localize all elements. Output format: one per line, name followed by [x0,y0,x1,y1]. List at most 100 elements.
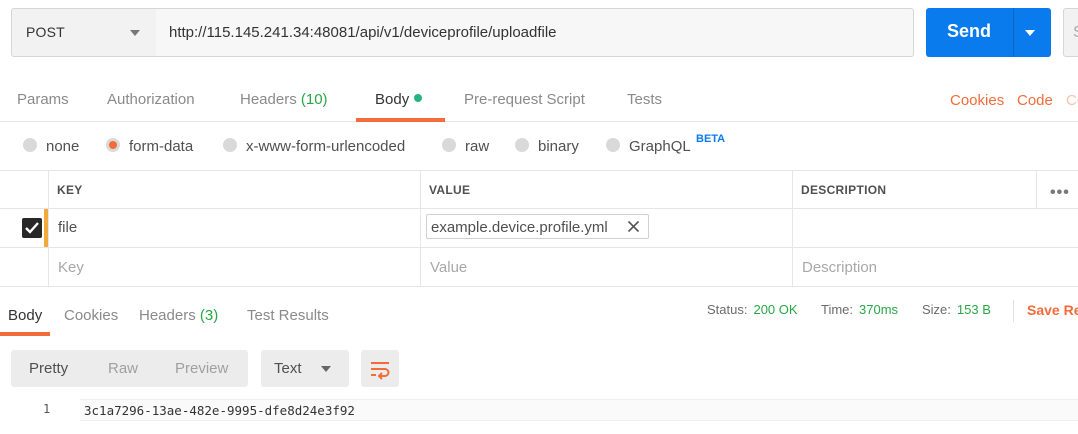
method-select[interactable]: POST [11,8,157,57]
radio-raw-label: raw [465,138,490,155]
comments-link[interactable]: Co [1066,92,1078,109]
chevron-down-icon [321,366,331,372]
request-bar: POST http://115.145.241.34:48081/api/v1/… [0,0,1078,66]
tab-params[interactable]: Params [17,91,69,108]
code-link[interactable]: Code [1017,92,1053,109]
time-value: 370ms [859,302,899,317]
remove-file-icon[interactable] [627,220,640,233]
radio-urlencoded[interactable]: x-www-form-urlencoded [223,138,405,155]
resp-tab-headers-count: (3) [199,307,219,324]
file-chip[interactable]: example.device.profile.yml [426,214,649,239]
resp-tab-headers[interactable]: Headers (3) [139,307,218,324]
tab-authorization[interactable]: Authorization [107,91,195,108]
key-placeholder: Key [58,259,84,276]
send-label: Send [947,21,992,41]
size-value: 153 B [956,302,991,317]
response-tabs: Body Cookies Headers (3) Test Results St… [0,292,1078,336]
tab-body-label: Body [375,91,410,108]
save-response-button[interactable]: Save Re [1027,302,1078,318]
radio-graphql-label: GraphQL [629,138,691,155]
time-stat: Time: 370ms [821,302,898,317]
save-button[interactable]: S [1063,8,1078,57]
radio-circle [606,138,620,152]
wrap-lines-button[interactable] [361,350,399,387]
header-value: VALUE [429,183,471,197]
tab-headers-label: Headers [240,91,297,108]
row-enabled-checkbox[interactable] [22,218,42,238]
description-placeholder: Description [802,259,878,276]
header-description: DESCRIPTION [801,183,887,197]
request-tabs: Params Authorization Headers (10) Body P… [0,78,1078,122]
radio-none[interactable]: none [23,138,79,155]
body-type-radios: none form-data x-www-form-urlencoded raw… [0,122,1078,170]
radio-graphql[interactable]: GraphQL [606,138,691,155]
resp-tab-body[interactable]: Body [8,307,42,324]
url-input[interactable]: http://115.145.241.34:48081/api/v1/devic… [156,8,914,57]
status-stat: Status: 200 OK [707,302,798,317]
code-line: 3c1a7296-13ae-482e-9995-dfe8d24e3f92 [80,399,1078,421]
header-description-cell: DESCRIPTION [792,171,1036,208]
time-label: Time: [821,302,854,317]
value-placeholder: Value [430,259,468,276]
format-label: Text [274,360,302,377]
tab-prerequest-script[interactable]: Pre-request Script [464,91,585,108]
response-content: 3c1a7296-13ae-482e-9995-dfe8d24e3f92 [84,403,355,418]
radio-circle-selected [106,138,120,152]
save-label: S [1073,24,1078,42]
radio-none-label: none [46,138,80,155]
tab-body[interactable]: Body [375,91,423,108]
radio-raw[interactable]: raw [442,138,489,155]
header-value-cell: VALUE [420,171,792,208]
size-label: Size: [922,302,951,317]
checkmark-icon [25,222,39,234]
view-raw[interactable]: Raw [108,360,138,377]
cookies-link[interactable]: Cookies [950,92,1004,109]
url-text: http://115.145.241.34:48081/api/v1/devic… [169,24,557,41]
table-header-row: KEY VALUE DESCRIPTION ••• [0,171,1078,209]
size-stat: Size: 153 B [922,302,991,317]
header-key-cell: KEY [48,171,420,208]
response-body[interactable]: 1 3c1a7296-13ae-482e-9995-dfe8d24e3f92 [0,398,1078,422]
radio-urlencoded-label: x-www-form-urlencoded [246,138,406,155]
table-row: Key Value Description [0,248,1078,287]
resp-active-tab-underline [0,332,50,336]
stats-divider [1013,300,1014,322]
send-dropdown-icon[interactable] [1025,30,1035,36]
value-cell: example.device.profile.yml [420,209,792,247]
radio-form-data[interactable]: form-data [106,138,193,155]
send-divider [1013,8,1014,57]
method-label: POST [26,24,65,40]
chevron-down-icon [130,30,140,36]
view-preview[interactable]: Preview [175,360,228,377]
resp-tab-cookies[interactable]: Cookies [64,307,118,324]
radio-binary[interactable]: binary [515,138,579,155]
format-select[interactable]: Text [261,350,349,387]
tab-tests[interactable]: Tests [627,91,662,108]
tab-headers[interactable]: Headers (10) [240,91,328,108]
description-cell[interactable]: Description [792,248,1078,286]
view-mode-group: Pretty Raw Preview [11,350,248,387]
wrap-lines-icon [371,362,390,380]
radio-circle [515,138,529,152]
radio-circle [23,138,37,152]
radio-form-data-label: form-data [129,138,194,155]
send-button[interactable]: Send [926,8,1051,57]
radio-circle [442,138,456,152]
resp-tab-headers-label: Headers [139,307,196,324]
key-cell[interactable]: file [48,209,420,247]
description-cell[interactable] [792,209,1078,247]
resp-tab-test-results[interactable]: Test Results [247,307,329,324]
form-data-table: KEY VALUE DESCRIPTION ••• file example.d… [0,170,1078,287]
view-pretty[interactable]: Pretty [29,360,68,377]
value-cell[interactable]: Value [420,248,792,286]
key-cell[interactable]: Key [48,248,420,286]
body-indicator-dot [414,94,423,102]
radio-circle [223,138,237,152]
beta-badge: BETA [696,133,726,145]
header-key: KEY [57,183,83,197]
table-row: file example.device.profile.yml [0,209,1078,248]
more-options-icon[interactable]: ••• [1050,184,1070,202]
status-label: Status: [707,302,748,317]
file-name: example.device.profile.yml [431,219,608,236]
status-value: 200 OK [753,302,798,317]
